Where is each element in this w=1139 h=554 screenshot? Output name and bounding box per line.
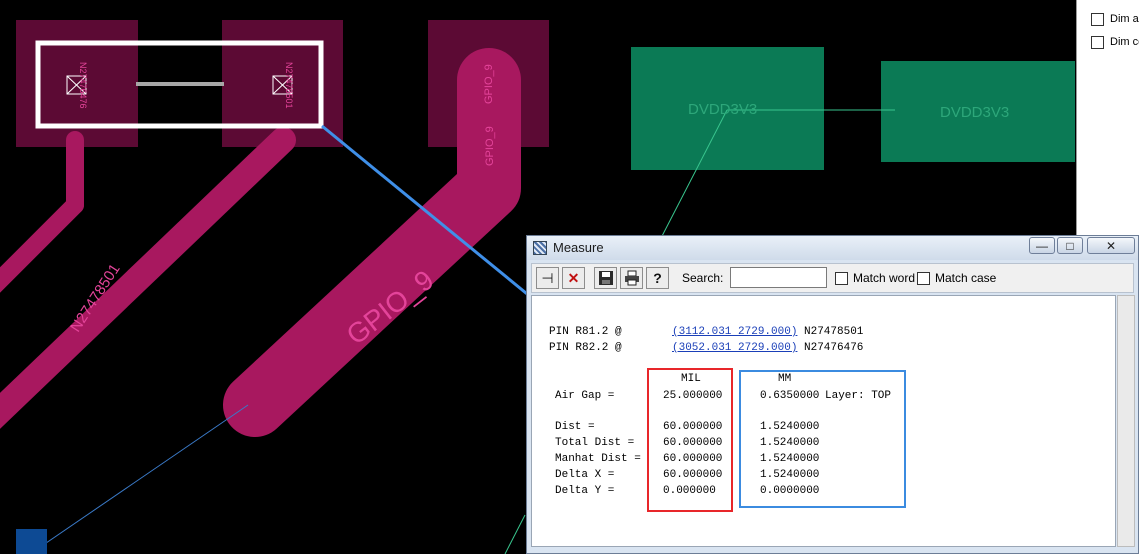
option-label: Dim cc <box>1110 36 1139 48</box>
region-label-left: DVDD3V3 <box>688 101 757 118</box>
option-label: Dim ac <box>1110 13 1139 25</box>
match-case-checkbox[interactable]: Match case <box>917 271 996 285</box>
pin-net: N27478501 <box>804 326 864 338</box>
pin-label: PIN R81.2 @ <box>549 326 622 338</box>
pad-label-right: N27478501 <box>284 62 294 109</box>
match-word-checkbox[interactable]: Match word <box>835 271 915 285</box>
measure-app-icon <box>533 241 547 255</box>
option-checkbox[interactable] <box>1091 35 1104 49</box>
air-gap-label: Air Gap = <box>555 390 615 402</box>
search-label: Search: <box>682 271 724 285</box>
row-label: Dist = <box>555 421 595 433</box>
option-checkbox[interactable] <box>1091 12 1104 26</box>
row-label: Manhat Dist = <box>555 453 641 465</box>
ratsnest-green-bottom <box>504 514 526 554</box>
pin-label: PIN R82.2 @ <box>549 342 622 354</box>
checkbox-box[interactable] <box>917 271 930 285</box>
option-dim-active[interactable]: Dim ac <box>1091 11 1139 27</box>
minimize-button[interactable]: — <box>1029 237 1055 254</box>
help-icon[interactable]: ? <box>646 267 669 289</box>
mm-column-highlight <box>739 370 906 508</box>
measure-report[interactable]: PIN R81.2 @ (3112.031 2729.000) N2747850… <box>531 295 1116 547</box>
match-case-label: Match case <box>935 271 997 285</box>
match-word-label: Match word <box>853 271 916 285</box>
window-title: Measure <box>553 240 604 255</box>
pin-icon[interactable]: ⊣ <box>536 267 559 289</box>
pin-coords-link[interactable]: (3112.031 2729.000) <box>672 326 797 338</box>
mil-column-highlight <box>647 368 733 512</box>
option-dim-connected[interactable]: Dim cc <box>1091 34 1139 50</box>
ratsnest-blue <box>29 404 249 554</box>
close-button[interactable]: ✕ <box>1087 237 1135 254</box>
pin-coords-link[interactable]: (3052.031 2729.000) <box>672 342 797 354</box>
measure-toolbar: ⊣ ✕ ? Search: Match word Match case <box>531 263 1134 293</box>
measure-window: Measure — □ ✕ ⊣ ✕ ? Search: Match word M… <box>526 235 1139 554</box>
delete-icon[interactable]: ✕ <box>562 267 585 289</box>
report-scrollbar[interactable] <box>1117 295 1135 547</box>
pin-net: N27476476 <box>804 342 864 354</box>
measure-titlebar[interactable]: Measure — □ ✕ <box>527 236 1138 260</box>
row-label: Delta Y = <box>555 485 615 497</box>
maximize-button[interactable]: □ <box>1057 237 1083 254</box>
row-label: Delta X = <box>555 469 615 481</box>
save-icon[interactable] <box>594 267 617 289</box>
search-input[interactable] <box>730 267 827 288</box>
pad-label-left: N27476476 <box>78 62 88 109</box>
options-panel: Dim ac Dim cc <box>1076 0 1139 240</box>
trace-left-diag[interactable] <box>0 196 84 293</box>
row-label: Total Dist = <box>555 437 635 449</box>
checkbox-box[interactable] <box>835 271 848 285</box>
via-square[interactable] <box>16 529 47 554</box>
trace-label-gpio9-small: GPIO_9 <box>484 126 496 166</box>
region-label-right: DVDD3V3 <box>940 104 1009 121</box>
trace-label-gpio9-vertical: GPIO_9 <box>483 64 495 104</box>
print-icon[interactable] <box>620 267 643 289</box>
